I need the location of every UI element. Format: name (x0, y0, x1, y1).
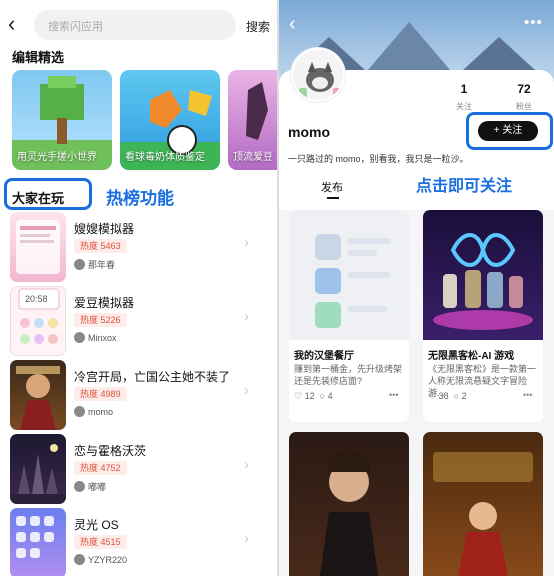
search-placeholder: 搜索闪应用 (48, 21, 103, 33)
post-image (289, 432, 409, 576)
section-title: 编辑精选 (12, 50, 65, 65)
featured-card[interactable]: 用灵光手搓小世界 (12, 70, 112, 170)
follow-button[interactable]: + 关注 (478, 121, 538, 141)
avatar (74, 481, 85, 492)
heat-badge: 热度 4752 (74, 461, 127, 475)
post-card[interactable] (423, 432, 543, 576)
list-item[interactable]: 嫂嫂模拟器 热度 5463 那年春 › (0, 212, 277, 284)
chevron-right-icon: › (244, 530, 249, 547)
discover-panel: ‹ 搜索闪应用 搜索 编辑精选 用灵光手搓小世界 看球毒奶体质鉴定 顶流爱豆 大… (0, 0, 277, 576)
heat-badge: 热度 5463 (74, 239, 127, 253)
search-input[interactable]: 搜索闪应用 (34, 10, 236, 40)
list-item[interactable]: 恋与霍格沃茨 热度 4752 嘟嘟 › (0, 434, 277, 506)
following-stat[interactable]: 1 关注 (444, 82, 484, 114)
post-card[interactable]: 无限黑客松-AI 游戏 《无限黑客松》是一款第一人称无限流悬疑文字冒险游... … (423, 210, 543, 422)
app-thumbnail (10, 212, 66, 282)
post-image (423, 432, 543, 576)
heat-badge: 热度 5226 (74, 313, 127, 327)
search-button[interactable]: 搜索 (246, 18, 270, 35)
svg-text:20:58: 20:58 (25, 294, 48, 304)
everyone-playing-heading: 大家在玩 (12, 191, 65, 206)
app-thumbnail (10, 508, 66, 576)
more-icon[interactable]: ••• (523, 390, 532, 400)
list-item[interactable]: 20:58 爱豆模拟器 热度 5226 Minxox › (0, 286, 277, 358)
heart-icon[interactable]: ♡ (428, 391, 436, 401)
chevron-right-icon: › (244, 456, 249, 473)
back-icon[interactable]: ‹ (289, 13, 296, 36)
featured-card[interactable]: 看球毒奶体质鉴定 (120, 70, 220, 170)
hot-list-highlight: 大家在玩 (4, 178, 92, 210)
avatar (74, 554, 85, 565)
author: Minxox (74, 332, 117, 343)
author: YZYR220 (74, 554, 127, 565)
post-card[interactable] (289, 432, 409, 576)
heat-badge: 热度 4515 (74, 535, 127, 549)
top-bar: ‹ 搜索闪应用 搜索 (0, 8, 277, 42)
app-thumbnail (10, 434, 66, 504)
tab-posts[interactable]: 发布 (321, 179, 343, 195)
chevron-right-icon: › (244, 308, 249, 325)
comment-icon[interactable]: ○ (454, 391, 459, 401)
post-image (423, 210, 543, 340)
app-thumbnail: 20:58 (10, 286, 66, 356)
more-icon[interactable]: ••• (389, 390, 398, 400)
list-item[interactable]: 冷宫开局，亡国公主她不装了 热度 4989 momo › (0, 360, 277, 432)
avatar (74, 406, 85, 417)
bio: 一只路过的 momo，别看我，我只是一粒沙。 (288, 154, 469, 164)
chevron-right-icon: › (244, 234, 249, 251)
list-item[interactable]: 灵光 OS 热度 4515 YZYR220 › (0, 508, 277, 576)
more-icon[interactable]: ••• (524, 14, 543, 31)
app-thumbnail (10, 360, 66, 430)
avatar (74, 259, 85, 270)
followers-stat[interactable]: 72 粉丝 (504, 82, 544, 114)
author: 那年春 (74, 258, 115, 271)
featured-card[interactable]: 顶流爱豆 (228, 70, 277, 170)
author: 嘟嘟 (74, 480, 106, 493)
featured-cards: 用灵光手搓小世界 看球毒奶体质鉴定 顶流爱豆 (12, 70, 277, 170)
post-image (289, 210, 409, 340)
username: momo (288, 124, 330, 140)
hot-list-annotation: 热榜功能 (106, 189, 174, 208)
avatar[interactable] (291, 48, 345, 102)
avatar (74, 332, 85, 343)
comment-icon[interactable]: ○ (320, 391, 325, 401)
profile-panel: ‹ ••• 1 关注 72 粉丝 momo + 关注 一只路过的 momo，别看… (279, 0, 554, 576)
tab-indicator (327, 197, 339, 199)
follow-highlight: + 关注 (466, 112, 553, 150)
heart-icon[interactable]: ♡ (294, 391, 302, 401)
chevron-right-icon: › (244, 382, 249, 399)
author: momo (74, 406, 113, 417)
post-card[interactable]: 我的汉堡餐厅 赚到第一桶金，先升级烤架还是先装修店面? ♡ 12 ○ 4 ••• (289, 210, 409, 422)
follow-annotation: 点击即可关注 (416, 178, 513, 195)
heat-badge: 热度 4989 (74, 387, 127, 401)
back-icon[interactable]: ‹ (8, 13, 28, 37)
